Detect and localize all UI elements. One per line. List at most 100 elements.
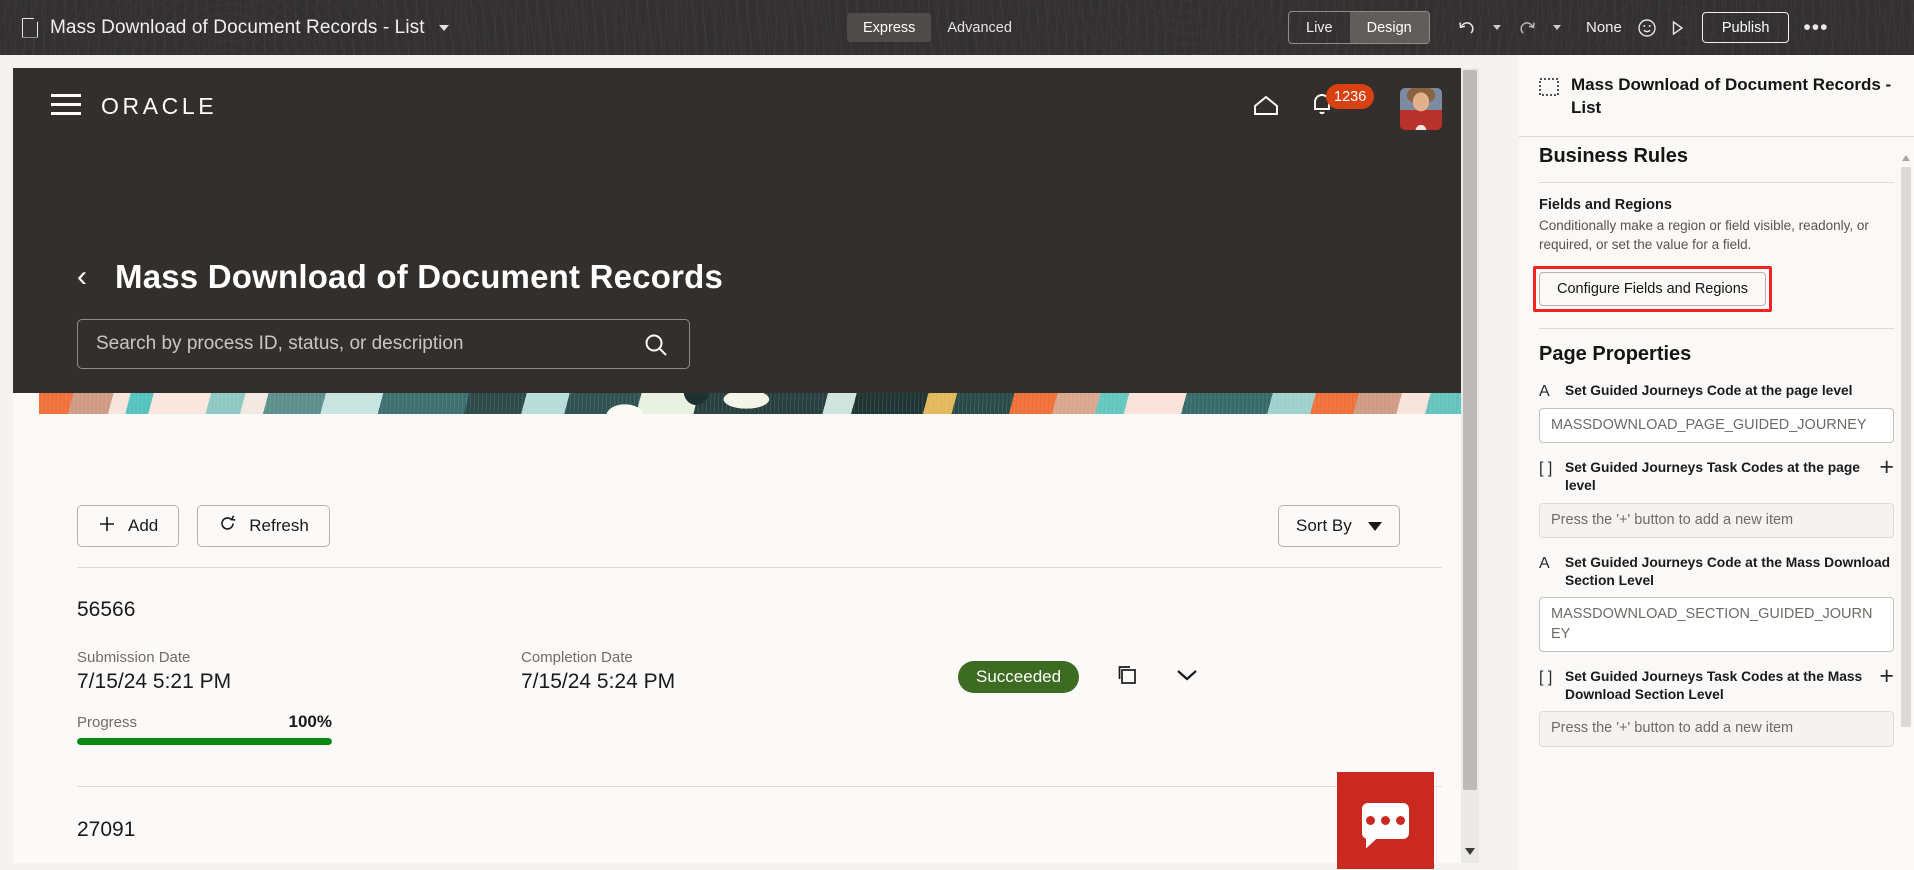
region-selection-icon xyxy=(1539,77,1559,97)
designer-topbar: Mass Download of Document Records - List… xyxy=(0,0,1914,55)
property-value-input[interactable]: MASSDOWNLOAD_SECTION_GUIDED_JOURNEY xyxy=(1539,597,1894,652)
configure-fields-and-regions-button[interactable]: Configure Fields and Regions xyxy=(1539,272,1767,307)
scroll-up-arrow-icon[interactable] xyxy=(1902,155,1910,161)
progress-bar xyxy=(77,738,332,745)
property-group: [ ] Set Guided Journeys Task Codes at th… xyxy=(1539,664,1894,747)
completion-date-label: Completion Date xyxy=(521,649,633,666)
sort-by-button[interactable]: Sort By xyxy=(1278,505,1400,547)
notification-count-badge: 1236 xyxy=(1326,84,1375,109)
record-id: 27091 xyxy=(77,818,136,841)
panel-scrollbar-thumb[interactable] xyxy=(1901,167,1911,727)
progress-percent: 100% xyxy=(288,712,332,731)
property-label: Set Guided Journeys Task Codes at the pa… xyxy=(1565,460,1860,494)
topbar-actions: None Publish ••• xyxy=(1452,11,1834,44)
list-item[interactable]: 56566 Submission Date 7/15/24 5:21 PM Co… xyxy=(77,598,1442,766)
oracle-logo: ORACLE xyxy=(101,93,218,119)
submission-date-label: Submission Date xyxy=(77,649,191,666)
refresh-button[interactable]: Refresh xyxy=(197,505,330,547)
home-icon[interactable] xyxy=(1252,93,1280,117)
smiley-icon[interactable] xyxy=(1632,11,1662,44)
panel-header: Mass Download of Document Records - List xyxy=(1519,55,1914,137)
page-properties-heading: Page Properties xyxy=(1539,343,1692,366)
fields-and-regions-title: Fields and Regions xyxy=(1539,197,1672,213)
list-toolbar: Add Refresh xyxy=(77,505,330,547)
canvas-scrollbar-thumb[interactable] xyxy=(1463,70,1477,790)
refresh-button-label: Refresh xyxy=(249,516,309,535)
progress-label: Progress xyxy=(77,714,138,731)
status-badge: Succeeded xyxy=(958,661,1080,693)
undo-dropdown-icon[interactable] xyxy=(1482,11,1512,44)
undo-icon[interactable] xyxy=(1452,11,1482,44)
chat-fab-button[interactable] xyxy=(1337,772,1434,869)
search-icon[interactable] xyxy=(643,332,669,364)
property-empty-hint[interactable]: Press the '+' button to add a new item xyxy=(1539,711,1894,747)
property-group: [ ] Set Guided Journeys Task Codes at th… xyxy=(1539,455,1894,538)
mode-switcher: Express Advanced xyxy=(847,13,1028,42)
list-item[interactable]: 27091 Submission Date Completion Date xyxy=(77,818,1442,863)
progress-bar-fill xyxy=(77,738,332,745)
tab-advanced[interactable]: Advanced xyxy=(931,13,1028,42)
property-label: Set Guided Journeys Code at the page lev… xyxy=(1565,383,1853,399)
business-rules-heading: Business Rules xyxy=(1539,145,1688,167)
hamburger-menu-icon[interactable] xyxy=(51,94,81,115)
plus-icon xyxy=(98,515,116,538)
record-id: 56566 xyxy=(77,598,136,621)
avatar[interactable] xyxy=(1400,88,1442,130)
document-icon xyxy=(22,18,38,38)
property-group: A Set Guided Journeys Code at the page l… xyxy=(1539,382,1894,444)
chevron-down-icon[interactable] xyxy=(438,24,449,31)
redo-icon[interactable] xyxy=(1512,11,1542,44)
chevron-down-icon xyxy=(1367,516,1382,536)
refresh-icon xyxy=(218,514,237,538)
toggle-design[interactable]: Design xyxy=(1349,12,1429,43)
redo-dropdown-icon[interactable] xyxy=(1542,11,1572,44)
list-property-icon: [ ] xyxy=(1539,460,1553,478)
property-value-input[interactable]: MASSDOWNLOAD_PAGE_GUIDED_JOURNEY xyxy=(1539,407,1894,444)
section-divider xyxy=(1539,182,1894,183)
property-empty-hint[interactable]: Press the '+' button to add a new item xyxy=(1539,502,1894,538)
search-input[interactable]: Search by process ID, status, or descrip… xyxy=(77,319,690,369)
toggle-live[interactable]: Live xyxy=(1289,12,1350,43)
add-button-label: Add xyxy=(128,516,159,535)
submission-date-value: 7/15/24 5:21 PM xyxy=(77,670,232,693)
back-icon[interactable]: ‹ xyxy=(77,262,87,292)
chat-bubble-icon xyxy=(1362,802,1409,839)
page-title: Mass Download of Document Records - List xyxy=(50,16,425,38)
decorative-banner-stripe xyxy=(39,393,1468,414)
sort-by-label: Sort By xyxy=(1296,516,1352,535)
panel-body: Business Rules Fields and Regions Condit… xyxy=(1533,145,1894,747)
oracle-global-header: ORACLE 1236 xyxy=(13,68,1468,140)
property-label: Set Guided Journeys Code at the Mass Dow… xyxy=(1565,554,1891,589)
search-placeholder: Search by process ID, status, or descrip… xyxy=(96,333,464,354)
publish-button[interactable]: Publish xyxy=(1701,12,1790,43)
app-preview-canvas: ORACLE 1236 ‹ Mass Download of Document … xyxy=(13,68,1468,863)
panel-title: Mass Download of Document Records - List xyxy=(1571,75,1892,118)
notification-bell-icon[interactable]: 1236 xyxy=(1309,84,1375,123)
scroll-down-arrow-icon[interactable] xyxy=(1465,848,1475,855)
expand-row-icon[interactable] xyxy=(1175,668,1199,687)
live-design-toggle: Live Design xyxy=(1288,11,1430,44)
preview-mode-label[interactable]: None xyxy=(1572,19,1632,36)
overflow-menu-icon[interactable]: ••• xyxy=(1789,16,1834,40)
list-property-icon: [ ] xyxy=(1539,668,1553,686)
canvas-scrollbar[interactable] xyxy=(1461,68,1479,863)
tab-express[interactable]: Express xyxy=(847,13,932,42)
completion-date-value: 7/15/24 5:24 PM xyxy=(521,670,676,693)
text-property-icon: A xyxy=(1539,383,1550,401)
play-icon[interactable] xyxy=(1662,11,1692,44)
toolbar-divider xyxy=(77,567,1442,568)
property-group: A Set Guided Journeys Code at the Mass D… xyxy=(1539,554,1894,652)
add-button[interactable]: Add xyxy=(77,505,180,547)
property-label: Set Guided Journeys Task Codes at the Ma… xyxy=(1565,668,1863,703)
fields-and-regions-desc: Conditionally make a region or field vis… xyxy=(1539,218,1869,253)
app-page-title: Mass Download of Document Records xyxy=(115,258,724,295)
add-item-button[interactable]: + xyxy=(1879,455,1894,479)
record-divider xyxy=(77,786,1442,787)
properties-panel: Mass Download of Document Records - List… xyxy=(1519,55,1914,870)
section-divider xyxy=(1539,328,1894,330)
add-item-button[interactable]: + xyxy=(1879,664,1894,688)
panel-scrollbar[interactable] xyxy=(1901,155,1912,855)
configure-fields-and-regions-wrapper: Configure Fields and Regions xyxy=(1533,266,1773,313)
copy-icon[interactable] xyxy=(1115,663,1139,692)
text-property-icon: A xyxy=(1539,554,1550,572)
